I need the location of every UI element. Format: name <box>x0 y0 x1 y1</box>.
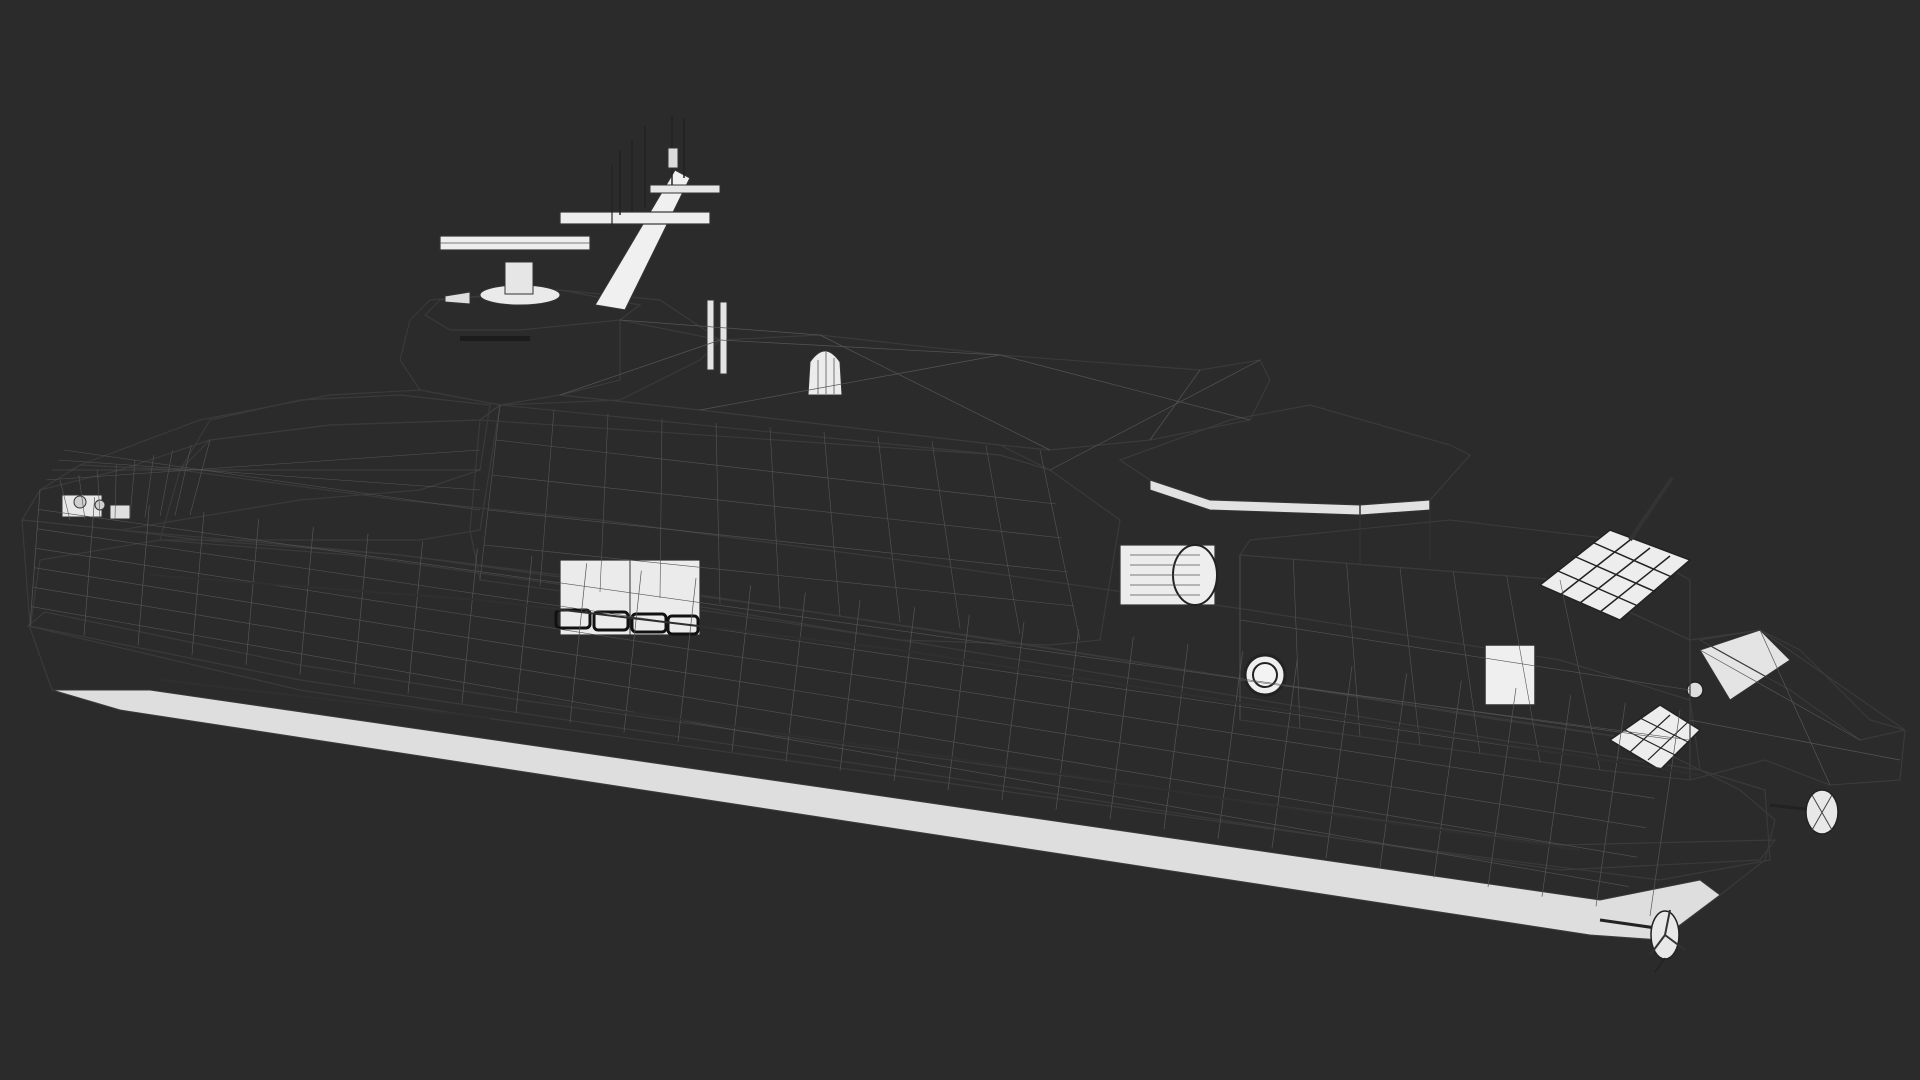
upper-deck-surface <box>559 319 1271 451</box>
life-ring <box>1243 653 1287 697</box>
superstructure-cabin <box>159 394 1121 646</box>
mesh-edge <box>947 614 970 791</box>
mesh-edge <box>699 354 1001 411</box>
stern-crane-arm <box>1628 476 1674 542</box>
mesh-edge <box>1399 567 1421 746</box>
exhaust-stack-2 <box>719 301 728 375</box>
mast-yard-upper <box>559 211 711 225</box>
mesh-edge <box>189 439 211 516</box>
bridge-window-bar <box>460 336 530 341</box>
hull-side-face <box>29 539 1776 941</box>
aft-canopy-underside <box>1149 479 1431 516</box>
horn-icon <box>444 291 471 305</box>
mesh-edge <box>1109 636 1134 820</box>
mesh-edge <box>1039 449 1081 641</box>
radar-post <box>504 261 534 295</box>
mesh-edge <box>63 449 481 511</box>
cabin-upper-side <box>478 394 1051 471</box>
mesh-edge <box>1293 559 1301 729</box>
bow-anchor-fittings <box>61 494 131 520</box>
mesh-edge <box>769 427 781 611</box>
mesh-edge <box>1595 702 1626 907</box>
mesh-edge <box>1239 679 1691 741</box>
propeller-port <box>1769 789 1839 835</box>
mesh-edge <box>1001 621 1025 801</box>
mesh-edge <box>35 547 1655 799</box>
mesh-edge <box>31 606 1629 887</box>
mast-crossbar <box>649 184 721 194</box>
mesh-edge <box>1217 651 1244 839</box>
mesh-edge <box>479 404 501 581</box>
mesh-edge <box>839 599 861 772</box>
exhaust-stack-1 <box>706 299 715 371</box>
mesh-edge <box>129 459 136 518</box>
mesh-edge <box>1689 719 1901 761</box>
mesh-edge <box>539 409 555 587</box>
mesh-edge <box>931 440 961 629</box>
mesh-edge <box>819 334 1051 451</box>
mesh-edge <box>1239 619 1691 691</box>
mesh-edge <box>191 511 205 656</box>
hull-bottom-shadow <box>51 689 1721 941</box>
mesh-edge <box>1453 571 1481 754</box>
propellers <box>1599 789 1839 973</box>
mesh-edge <box>823 431 841 617</box>
mesh-edge <box>719 339 1001 356</box>
mast <box>559 115 721 311</box>
mesh-edge <box>715 422 721 605</box>
roof-dome-vent <box>807 350 843 396</box>
mesh-edge <box>34 567 1646 829</box>
mesh-edge <box>491 474 1063 539</box>
cable-reel <box>1119 544 1218 606</box>
mesh-edge <box>495 439 1057 505</box>
hull-lower <box>26 539 1777 941</box>
aft-window <box>1484 644 1536 706</box>
mesh-edge <box>45 449 481 481</box>
mesh-edge <box>1055 629 1080 810</box>
upper-deck <box>559 299 1271 451</box>
bridge-base <box>399 289 721 406</box>
aft-skylight-grid <box>1538 529 1692 621</box>
mesh-edge <box>1163 643 1189 830</box>
cabin-front-slope <box>159 403 501 541</box>
catamaran-wireframe-render <box>20 115 1906 973</box>
mesh-edge <box>559 339 721 396</box>
mesh-edge <box>985 445 1021 635</box>
mesh-edge <box>1346 563 1361 737</box>
bridge <box>399 235 721 406</box>
mesh-edge <box>159 449 173 517</box>
mesh-edge <box>29 489 41 627</box>
mesh-edge <box>299 526 314 675</box>
mesh-edge <box>877 436 901 623</box>
render-viewport <box>0 0 1920 1080</box>
mesh-edge <box>83 497 96 636</box>
